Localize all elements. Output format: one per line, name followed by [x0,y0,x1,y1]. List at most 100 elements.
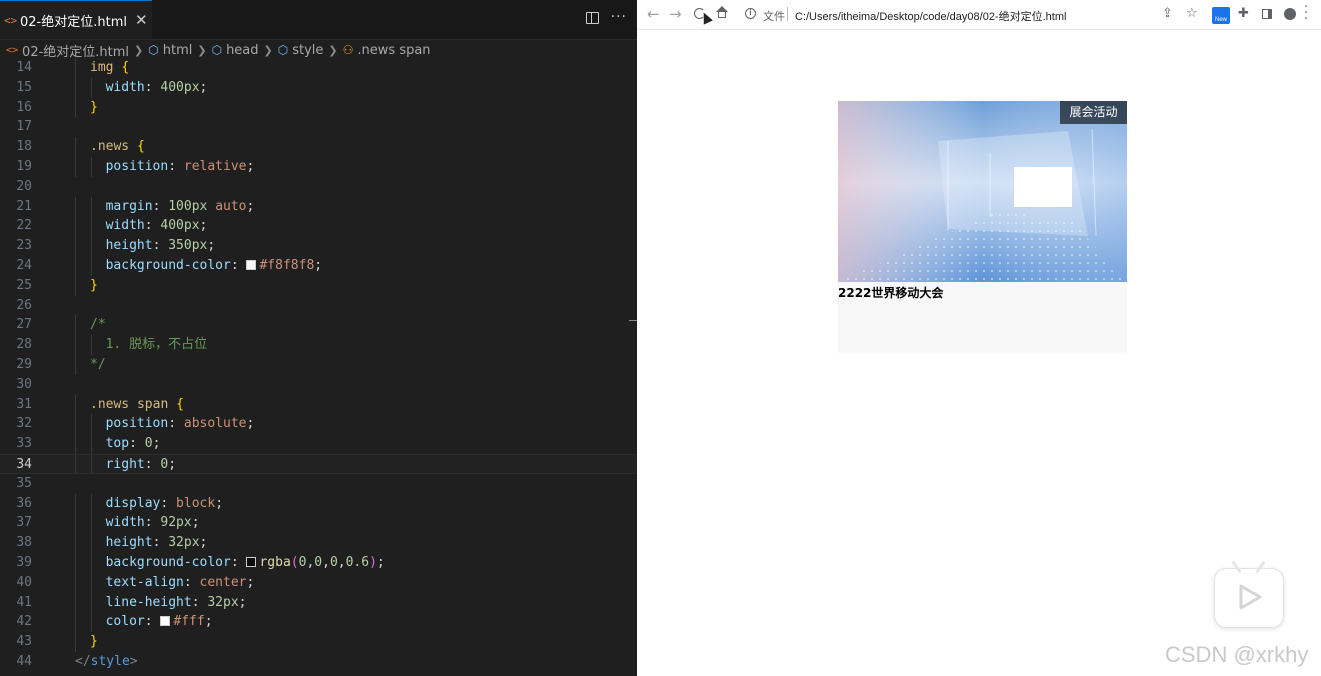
split-editor-icon[interactable] [585,12,599,24]
code-line[interactable]: 38 height: 32px; [0,533,637,553]
code-token: 32px [207,594,239,610]
code-line[interactable]: 20 [0,177,637,197]
address-bar[interactable]: C:/Users/itheima/Desktop/code/day08/02-绝… [795,8,1066,24]
indent-guide [75,216,76,237]
code-line[interactable]: 14 img { [0,58,637,78]
indent-guide [90,553,92,573]
menu-kebab-icon[interactable]: · · · [1304,1,1308,26]
indent-guide [75,513,76,534]
code-line[interactable]: 25} [0,275,637,296]
code-line[interactable]: 37 width: 92px; [0,513,637,534]
back-arrow-icon[interactable]: ← [647,5,660,23]
html-file-icon: <> [6,44,19,56]
code-line[interactable]: 28 1. 脱标，不占位 [0,335,637,355]
element-cube-icon: ⬡ [211,43,223,57]
line-number: 35 [16,475,32,491]
tv-ear-left [1231,560,1242,574]
code-line[interactable]: 44 </style> [0,652,637,672]
code-token: } [90,99,98,115]
code-token: background-color [105,258,231,273]
code-line[interactable]: 21 margin: 100px auto; [0,196,637,217]
indent-guide [90,256,92,276]
code-line[interactable]: 31 .news span { [0,394,637,415]
code-line[interactable]: 22 width: 400px; [0,216,637,237]
breadcrumb-label: .news span [357,42,431,58]
line-number: 18 [16,139,32,155]
code-area[interactable]: 14 img {15 width: 400px; 16} 17 18 .news {19 po… [0,58,637,676]
code-line[interactable]: 27 /* [0,315,637,336]
code-line[interactable]: 16} [0,97,637,118]
indent-guide [75,493,76,514]
breadcrumb-item-file[interactable]: <> 02-绝对定位.html [6,41,129,60]
code-line[interactable]: 41 line-height: 32px; [0,592,637,613]
code-line[interactable]: 42 color: #fff; [0,612,637,633]
code-line[interactable]: 40 text-align: center; [0,572,637,593]
new-extension-icon[interactable]: New [1212,7,1230,24]
star-icon[interactable]: ☆ [1186,6,1198,21]
color-swatch-icon[interactable] [160,616,171,627]
indent-guide [75,236,76,256]
code-token: { [176,396,184,412]
line-number: 21 [16,198,32,214]
code-line[interactable]: 43} [0,632,637,652]
forward-arrow-icon[interactable]: → [669,5,682,23]
code-token: 1. 脱标，不占位 [105,337,208,353]
code-line[interactable]: 34 right: 0; [0,454,637,474]
code-line[interactable]: 32 position: absolute; [0,414,637,435]
video-play-button[interactable] [1214,560,1284,628]
code-token: 92px [160,515,192,531]
code-line[interactable]: 35 [0,474,637,494]
code-line[interactable]: 23 height: 350px; [0,236,637,256]
code-token: ; [238,594,247,610]
code-line[interactable]: 39 background-color: rgba(0,0,0,0.6); [0,553,637,573]
code-token: rgba [259,555,291,570]
code-token: .news span [90,396,169,412]
indent-guide [90,493,92,514]
code-token: : [144,614,161,630]
code-line[interactable]: 19 position: relative; [0,157,637,177]
breadcrumb-item-head[interactable]: ⬡ head [212,43,259,58]
editor-tab[interactable]: <> 02-绝对定位.html ✕ [0,0,152,39]
code-line[interactable]: 33 top: 0; [0,434,637,454]
breadcrumb-item-selector[interactable]: ⚇ .news span [343,43,431,58]
code-line[interactable]: 29 */ [0,355,637,375]
line-number: 37 [16,515,32,531]
profile-icon[interactable] [1284,8,1296,20]
side-panel-icon[interactable] [1262,9,1272,19]
home-icon[interactable] [716,6,728,18]
share-icon[interactable]: ⇪ [1162,6,1173,21]
code-line[interactable]: 18 .news { [0,137,637,157]
code-token: : [230,555,247,570]
close-icon[interactable]: ✕ [135,11,148,29]
code-token: */ [90,357,106,372]
code-line[interactable]: 17 [0,117,637,137]
indent-guide [75,455,76,473]
code-token: { [121,60,130,75]
color-swatch-icon[interactable] [246,260,257,270]
code-token: ; [199,79,208,95]
indent-guide [75,157,76,177]
line-number: 29 [16,357,32,372]
breadcrumb-item-html[interactable]: ⬡ html [148,43,192,58]
code-line[interactable]: 30 [0,375,637,395]
breadcrumb-item-style[interactable]: ⬡ style [278,43,324,58]
info-icon[interactable]: i [745,8,756,19]
code-text: .news span { [90,395,184,415]
code-text: height: 350px; [106,236,216,256]
color-swatch-icon[interactable] [246,557,257,567]
code-text: } [90,632,98,652]
code-line[interactable]: 24 background-color: #f8f8f8; [0,256,637,276]
indent-guide [75,553,76,573]
tv-ear-right [1255,560,1266,574]
code-line[interactable]: 26 [0,296,637,316]
code-line[interactable]: 36 display: block; [0,493,637,514]
code-token: right [105,457,145,472]
code-line[interactable]: 15 width: 400px; [0,77,637,98]
indent-guide [75,97,76,118]
extensions-puzzle-icon[interactable]: ✚ [1238,6,1249,21]
code-token: ; [152,436,161,452]
line-number: 33 [16,436,32,452]
news-tag: 展会活动 [1060,101,1127,124]
more-actions-icon[interactable]: ··· [611,10,627,24]
code-token: img [90,60,114,75]
